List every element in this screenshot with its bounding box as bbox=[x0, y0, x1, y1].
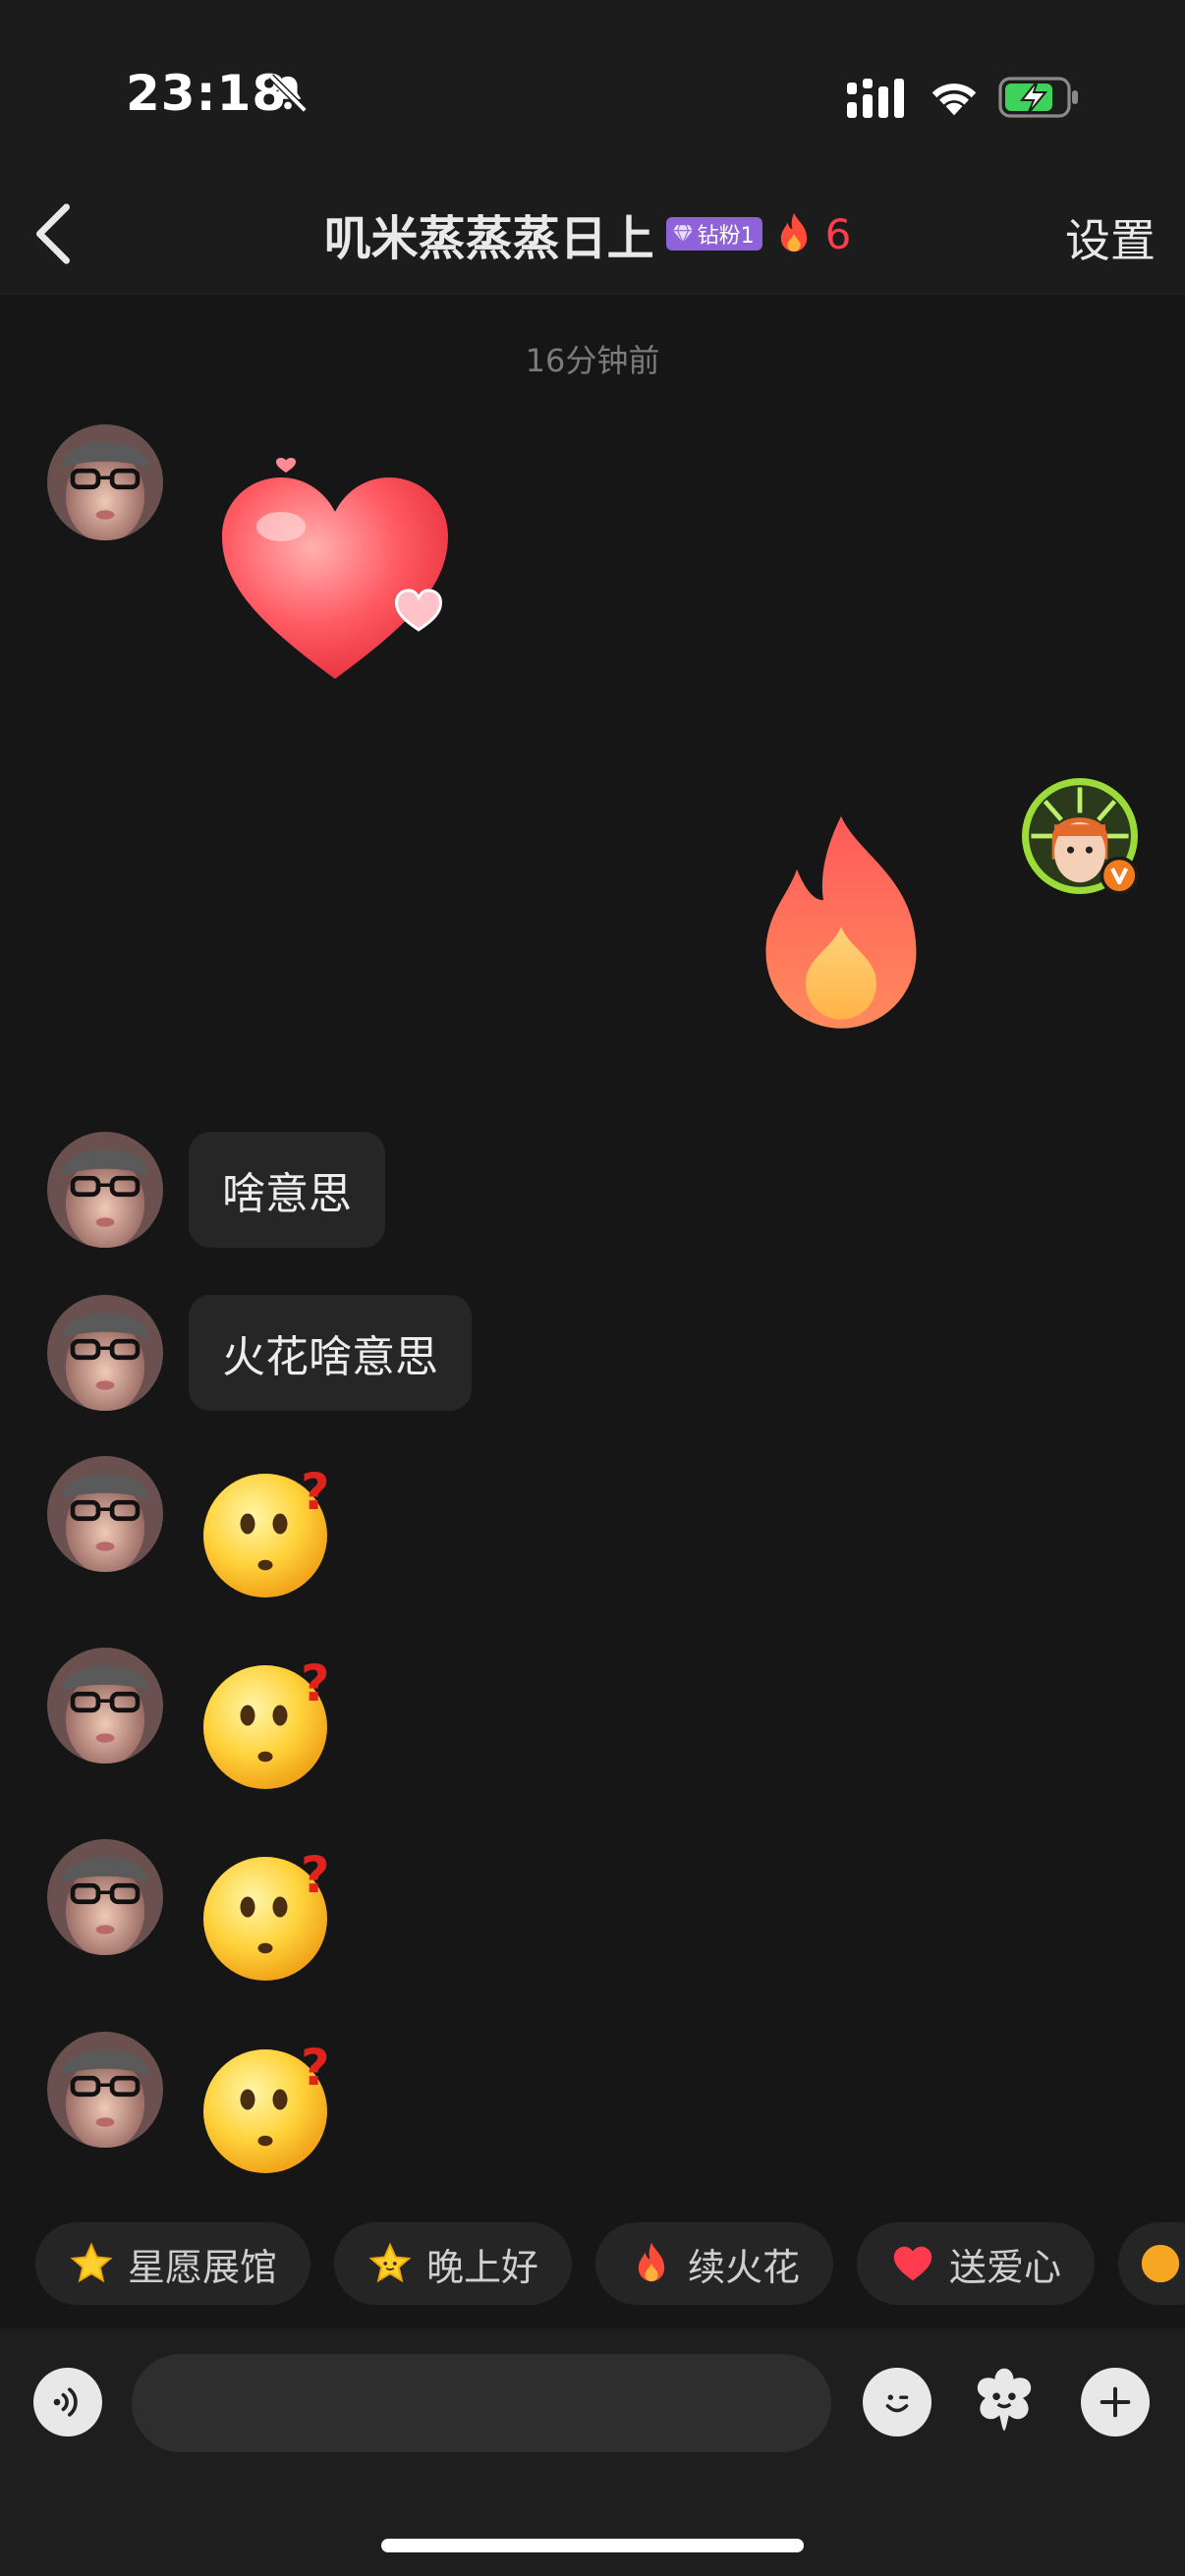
flower-sticker-icon bbox=[977, 2368, 1032, 2432]
star-icon bbox=[70, 2242, 113, 2283]
spark-count: 6 bbox=[824, 209, 852, 258]
heart-icon bbox=[893, 2246, 932, 2281]
wifi-icon bbox=[931, 84, 977, 116]
avatar[interactable] bbox=[47, 1648, 163, 1764]
battery-charging-icon bbox=[998, 77, 1078, 118]
avatar[interactable] bbox=[47, 1839, 163, 1955]
settings-button[interactable]: 设置 bbox=[1065, 205, 1156, 270]
avatar[interactable] bbox=[47, 424, 163, 540]
signal-icon bbox=[847, 79, 904, 118]
heart-sticker[interactable] bbox=[212, 458, 458, 694]
fan-badge-label: 钻粉1 bbox=[697, 224, 755, 249]
confused-face-emoji[interactable]: ? bbox=[195, 1456, 342, 1603]
smiley-icon bbox=[885, 2394, 909, 2413]
more-chip-icon bbox=[1141, 2244, 1180, 2283]
avatar[interactable] bbox=[47, 1456, 163, 1572]
svg-text:?: ? bbox=[301, 1464, 330, 1522]
title-group: 叽米蒸蒸蒸日上 钻粉1 6 bbox=[0, 199, 1185, 268]
star-face-icon bbox=[368, 2242, 412, 2283]
diamond-icon bbox=[672, 224, 693, 244]
chip-label: 送爱心 bbox=[949, 2245, 1062, 2289]
fire-icon bbox=[638, 2242, 665, 2282]
emoji-button[interactable] bbox=[863, 2368, 931, 2436]
quick-reply-good-evening[interactable]: 晚上好 bbox=[334, 2222, 573, 2305]
status-time: 23:18 bbox=[126, 65, 288, 122]
svg-text:?: ? bbox=[301, 1655, 330, 1713]
confused-face-emoji[interactable]: ? bbox=[195, 1839, 342, 1987]
chip-label: 续火花 bbox=[688, 2245, 801, 2289]
svg-text:?: ? bbox=[301, 1847, 330, 1905]
quick-reply-continue-spark[interactable]: 续火花 bbox=[595, 2222, 834, 2305]
avatar[interactable] bbox=[47, 1295, 163, 1411]
message-input[interactable] bbox=[132, 2354, 831, 2452]
message-bubble[interactable]: 啥意思 bbox=[189, 1132, 385, 1248]
confused-face-emoji[interactable]: ? bbox=[195, 2032, 342, 2179]
svg-text:?: ? bbox=[301, 2040, 330, 2098]
confused-face-emoji[interactable]: ? bbox=[195, 1648, 342, 1795]
fire-sticker[interactable] bbox=[753, 812, 930, 1037]
sticker-button[interactable] bbox=[967, 2362, 1042, 2440]
quick-reply-star-gallery[interactable]: 星愿展馆 bbox=[35, 2222, 311, 2305]
message-timestamp: 16分钟前 bbox=[525, 342, 660, 379]
add-button[interactable] bbox=[1081, 2368, 1150, 2436]
quick-reply-send-heart[interactable]: 送爱心 bbox=[857, 2222, 1096, 2305]
status-bar: 23:18 bbox=[0, 0, 1185, 172]
chip-label: 星愿展馆 bbox=[128, 2245, 278, 2289]
quick-reply-more[interactable] bbox=[1118, 2222, 1185, 2305]
chat-title[interactable]: 叽米蒸蒸蒸日上 bbox=[324, 199, 654, 268]
message-bubble[interactable]: 火花啥意思 bbox=[189, 1295, 472, 1411]
fan-level-badge: 钻粉1 bbox=[665, 217, 762, 251]
quick-reply-bar: 星愿展馆 晚上好 续火花 送爱心 bbox=[35, 2222, 1185, 2305]
plus-icon bbox=[1100, 2386, 1131, 2418]
my-avatar[interactable] bbox=[1022, 778, 1139, 895]
voice-button[interactable] bbox=[33, 2368, 102, 2436]
avatar[interactable] bbox=[47, 1132, 163, 1248]
voice-icon bbox=[53, 2387, 78, 2417]
avatar[interactable] bbox=[47, 2032, 163, 2148]
spark-fire-icon bbox=[780, 212, 807, 252]
home-indicator[interactable] bbox=[381, 2539, 804, 2552]
chat-header: 叽米蒸蒸蒸日上 钻粉1 6 设置 bbox=[0, 172, 1185, 295]
chip-label: 晚上好 bbox=[426, 2245, 539, 2289]
bell-muted-icon bbox=[268, 74, 308, 113]
